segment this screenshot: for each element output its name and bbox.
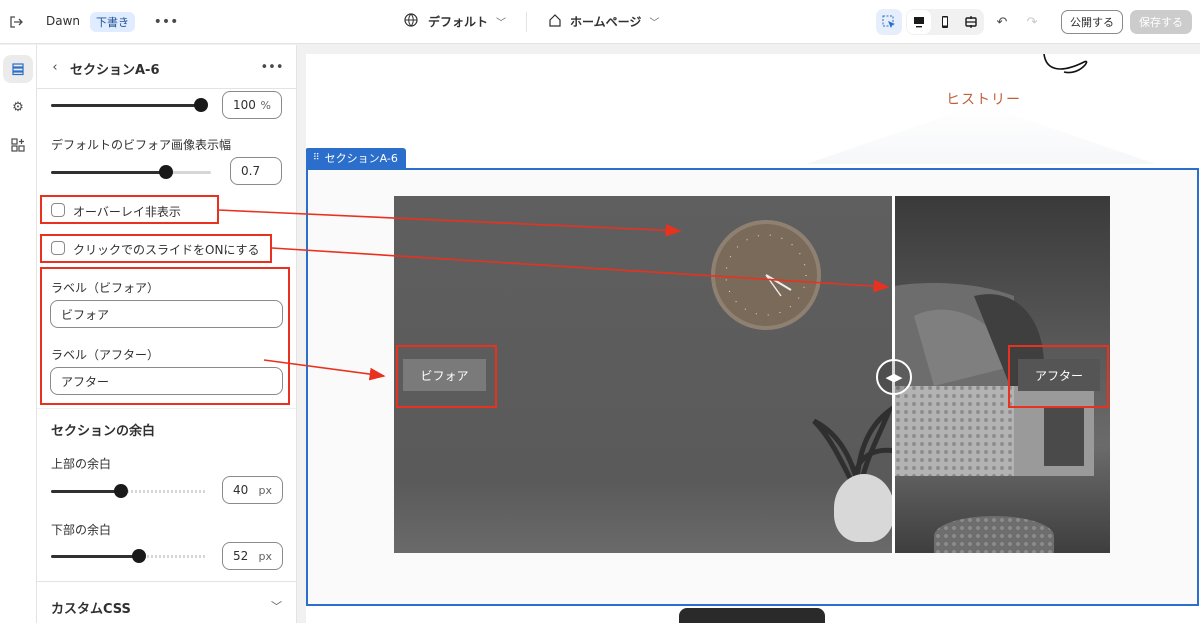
section-tag-label: セクションA-6	[324, 152, 398, 165]
divider	[37, 408, 296, 409]
annotation-box	[40, 195, 219, 224]
sections-icon[interactable]	[3, 55, 33, 83]
page-selector[interactable]: ホームページ ﹀	[548, 13, 659, 30]
slider-handle[interactable]: ◀▶	[876, 359, 912, 395]
annotation-box	[1008, 345, 1109, 408]
template-label: デフォルト	[428, 15, 489, 29]
before-width-fill	[51, 171, 167, 174]
bottom-spacing-label: 下部の余白	[51, 523, 112, 537]
opacity-input[interactable]: 100 %	[222, 91, 282, 119]
bottom-spacing-fill	[51, 555, 139, 558]
before-width-slider[interactable]	[51, 165, 211, 179]
opacity-slider[interactable]	[51, 98, 208, 112]
desktop-icon[interactable]	[907, 10, 931, 34]
bottom-spacing-thumb[interactable]	[132, 549, 146, 563]
save-button[interactable]: 保存する	[1130, 10, 1192, 34]
opacity-thumb[interactable]	[194, 98, 208, 112]
section-tag[interactable]: ⠿ セクションA-6	[306, 148, 406, 168]
annotation-box	[40, 267, 290, 405]
preview-canvas: ヒストリー ⠿ セクションA-6 ◀▶ ビフォア アフター	[297, 45, 1200, 623]
left-right-arrows-icon: ◀▶	[885, 370, 903, 384]
template-selector[interactable]: デフォルト ﹀	[404, 13, 506, 30]
panel-title: セクションA-6	[70, 63, 160, 78]
page-label: ホームページ	[570, 15, 642, 29]
clock-graphic	[711, 220, 821, 330]
bottom-spacing-input[interactable]: 52 px	[222, 542, 283, 570]
before-after-slider[interactable]: ◀▶ ビフォア アフター	[394, 196, 1110, 553]
chevron-down-icon[interactable]: ﹀	[271, 598, 282, 614]
preview-frame: ヒストリー ⠿ セクションA-6 ◀▶ ビフォア アフター	[306, 54, 1200, 623]
redo-icon[interactable]: ↷	[1020, 10, 1044, 34]
inspector-icon[interactable]	[876, 9, 902, 35]
top-spacing-fill	[51, 490, 119, 493]
top-spacing-input[interactable]: 40 px	[222, 476, 283, 504]
before-width-input[interactable]: 0.7	[230, 157, 282, 185]
top-spacing-label: 上部の余白	[51, 457, 112, 471]
opacity-value: 100	[233, 98, 256, 112]
home-icon	[548, 13, 562, 30]
divider	[37, 581, 296, 582]
drag-grip-icon: ⠿	[313, 153, 320, 163]
chevron-down-icon: ﹀	[649, 18, 660, 29]
settings-panel: ‹ セクションA-6 ••• 100 % デフォルトのビフォア画像表示幅 0.7…	[37, 45, 297, 623]
top-spacing-unit: px	[258, 483, 273, 497]
draft-badge: 下書き	[90, 12, 135, 32]
exit-icon[interactable]	[4, 10, 28, 34]
top-spacing-thumb[interactable]	[114, 484, 128, 498]
left-rail: ⚙	[0, 45, 37, 623]
before-width-thumb[interactable]	[159, 165, 173, 179]
bottom-spacing-slider[interactable]	[51, 549, 207, 563]
annotation-box	[40, 234, 272, 263]
floating-toolbar[interactable]	[679, 608, 825, 623]
opacity-unit: %	[260, 98, 271, 112]
gear-icon[interactable]: ⚙	[6, 95, 30, 119]
custom-css-label[interactable]: カスタムCSS	[51, 598, 131, 617]
panel-more-icon[interactable]: •••	[260, 55, 284, 79]
chevron-down-icon: ﹀	[496, 18, 507, 29]
floor-pouf	[934, 516, 1054, 553]
annotation-box	[396, 345, 497, 408]
fullwidth-icon[interactable]	[959, 10, 983, 34]
divider	[37, 88, 296, 89]
apps-icon[interactable]	[6, 133, 30, 157]
publish-button[interactable]: 公開する	[1061, 10, 1123, 34]
spacing-heading: セクションの余白	[51, 424, 156, 439]
light-wedge	[806, 104, 1156, 164]
bottom-spacing-value: 52	[233, 549, 249, 563]
back-arrow-icon[interactable]: ‹	[43, 55, 67, 79]
top-spacing-value: 40	[233, 483, 249, 497]
top-bar: Dawn 下書き ••• デフォルト ﹀ ホームページ ﹀ ↶ ↷ 公開する 保…	[0, 0, 1200, 44]
theme-name: Dawn	[46, 14, 81, 28]
opacity-fill	[51, 104, 203, 107]
more-menu-icon[interactable]: •••	[154, 10, 179, 34]
device-toggle-group	[906, 9, 984, 35]
before-width-label: デフォルトのビフォア画像表示幅	[51, 138, 232, 152]
mobile-icon[interactable]	[933, 10, 957, 34]
pot-graphic	[834, 474, 894, 542]
divider	[526, 12, 527, 32]
undo-icon[interactable]: ↶	[990, 10, 1014, 34]
bottom-spacing-unit: px	[258, 549, 273, 563]
signature-logo	[1040, 54, 1094, 86]
globe-icon	[404, 13, 418, 30]
top-spacing-slider[interactable]	[51, 484, 207, 498]
